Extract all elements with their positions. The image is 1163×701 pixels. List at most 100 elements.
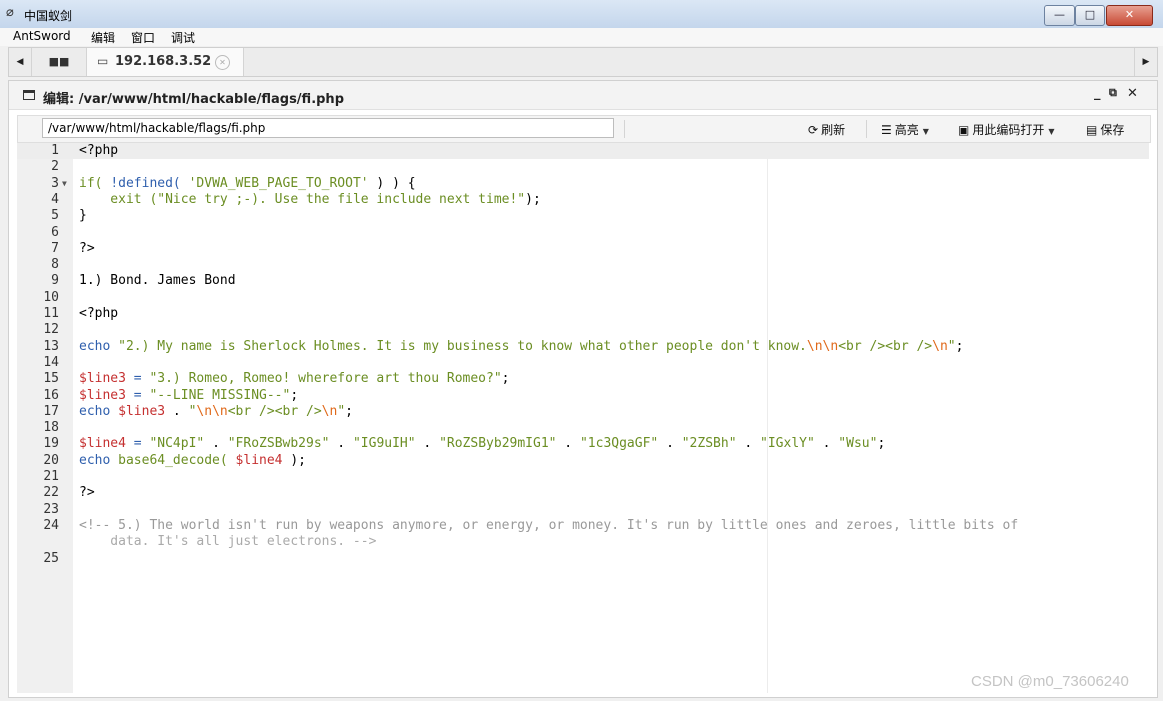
code-line: 3 ▼ if( !defined( 'DVWA_WEB_PAGE_TO_ROOT' … — [17, 176, 1149, 192]
code-token: } — [79, 208, 87, 224]
code-token: . — [658, 436, 682, 452]
refresh-button[interactable]: ⟳ 刷新 — [808, 121, 845, 138]
save-button[interactable]: ▤ 保存 — [1086, 121, 1124, 138]
refresh-icon: ⟳ — [808, 123, 819, 137]
code-token: $line3 — [79, 387, 126, 403]
code-editor[interactable]: 1 <?php 2 3 ▼ if( !defined( 'DVWA_WEB_PAGE_TO… — [17, 143, 1149, 693]
code-line: 24 <!-- 5.) The world isn't run by weapon… — [17, 518, 1149, 534]
code-token: <br /><br /> — [227, 403, 322, 419]
code-line: 11 <?php — [17, 306, 1149, 322]
tab-host[interactable]: ▭ 192.168.3.52 ✕ — [87, 48, 244, 76]
code-token: \n — [932, 338, 948, 354]
code-token: ) ) { — [368, 175, 416, 191]
line-number: 17 — [43, 403, 59, 419]
code-token: . — [556, 436, 580, 452]
refresh-label: 刷新 — [821, 123, 846, 137]
code-text: 1.) Bond. James Bond — [79, 273, 236, 289]
line-number: 1 — [51, 143, 59, 158]
window-title: 中国蚁剑 — [24, 9, 73, 23]
panel-close-icon[interactable]: ✕ — [1127, 86, 1138, 101]
code-text: $line3 = "--LINE MISSING--"; — [79, 388, 298, 404]
code-token: ); — [525, 191, 541, 207]
code-token: "Wsu" — [838, 436, 878, 452]
divider — [624, 120, 625, 138]
code-token: "IGxlY" — [760, 436, 815, 452]
code-token: ; — [345, 403, 353, 419]
line-number: 8 — [51, 257, 59, 273]
code-token: $line4 — [235, 452, 283, 468]
menu-debug[interactable]: 调试 — [171, 29, 195, 46]
code-line: 7 ?> — [17, 241, 1149, 257]
line-number: 16 — [43, 387, 59, 403]
code-text: if( !defined( 'DVWA_WEB_PAGE_TO_ROOT' ) … — [79, 176, 416, 192]
code-token: echo — [79, 403, 119, 419]
panel-restore-icon[interactable]: ⧉ — [1109, 86, 1117, 100]
code-token: . — [329, 436, 353, 452]
save-label: 保存 — [1100, 123, 1125, 137]
code-line: 10 — [17, 290, 1149, 306]
tab-close-icon[interactable]: ✕ — [215, 55, 230, 70]
chevron-down-icon: ▼ — [922, 127, 929, 136]
editor-toolbar: ⟳刷新 ☰高亮▼ ▣用此编码打开▼ ▤保存 — [17, 115, 1151, 143]
file-path-input[interactable] — [42, 118, 614, 138]
tab-scroll-left-icon[interactable]: ◀ — [9, 48, 32, 76]
code-token: ; — [501, 371, 510, 387]
grid-icon: ■■ — [48, 55, 70, 68]
highlight-label: 高亮 — [894, 123, 919, 137]
line-number: 5 — [51, 208, 59, 224]
code-token: if( — [79, 175, 111, 191]
panel-header: 编辑: /var/www/html/hackable/flags/fi.php … — [9, 81, 1157, 110]
code-text: <?php — [79, 306, 118, 322]
code-token: 'DVWA_WEB_PAGE_TO_ROOT' — [188, 175, 369, 191]
code-line: 20 echo base64_decode( $line4 ); — [17, 453, 1149, 469]
menu-window[interactable]: 窗口 — [131, 29, 155, 46]
code-token: . — [204, 436, 228, 452]
code-text: $line4 = "NC4pI" . "FRoZSBwb29s" . "IG9u… — [79, 436, 885, 452]
highlight-dropdown[interactable]: ☰ 高亮 ▼ — [881, 121, 929, 138]
code-token: "RoZSByb29mIG1" — [439, 436, 557, 452]
code-token: = — [125, 371, 150, 387]
tab-host-label: 192.168.3.52 — [115, 54, 212, 69]
line-number: 18 — [43, 420, 59, 436]
save-icon: ▤ — [1086, 123, 1098, 137]
code-text: echo base64_decode( $line4 ); — [79, 453, 306, 469]
code-line: 14 — [17, 355, 1149, 371]
code-token: ?> — [79, 485, 95, 501]
open-with-encoding-dropdown[interactable]: ▣ 用此编码打开 ▼ — [958, 121, 1055, 138]
line-number: 3 — [51, 175, 59, 191]
open-with-encoding-label: 用此编码打开 — [972, 123, 1045, 137]
code-token: ; — [955, 338, 964, 354]
code-token: base64_decode( — [118, 452, 236, 468]
tab-home[interactable]: ■■ — [32, 48, 87, 76]
code-line: 25 — [17, 551, 1149, 567]
title-bar: ⌀ 中国蚁剑 — □ ✕ — [0, 0, 1163, 29]
maximize-button[interactable]: □ — [1075, 5, 1105, 26]
minimize-button[interactable]: — — [1044, 5, 1075, 26]
code-token: echo — [79, 452, 119, 468]
code-token: ; — [290, 387, 299, 403]
panel-minimize-icon[interactable]: _ — [1094, 86, 1101, 101]
line-number: 22 — [43, 485, 59, 501]
line-number: 14 — [43, 354, 59, 370]
tab-bar: ◀ ■■ ▭ 192.168.3.52 ✕ ▶ — [8, 47, 1158, 77]
code-token: "IG9uIH" — [352, 436, 416, 452]
code-token: "--LINE MISSING--" — [149, 387, 291, 403]
code-token: ); — [282, 452, 306, 468]
code-token: $line3 — [79, 371, 126, 387]
code-token: \n\n — [196, 403, 228, 419]
tab-scroll-right-icon[interactable]: ▶ — [1134, 48, 1157, 76]
code-line: 19 $line4 = "NC4pI" . "FRoZSBwb29s" . "IG… — [17, 436, 1149, 452]
close-button[interactable]: ✕ — [1106, 5, 1153, 26]
line-number: 12 — [43, 322, 59, 338]
code-text: ?> — [79, 485, 95, 501]
menu-antsword[interactable]: AntSword — [13, 29, 71, 43]
code-line: 17 echo $line3 . "\n\n<br /><br />\n"; — [17, 404, 1149, 420]
code-line: 8 — [17, 257, 1149, 273]
fold-toggle-icon[interactable]: ▼ — [62, 176, 67, 192]
code-token: $line3 — [118, 403, 166, 419]
code-token: !defined( — [110, 175, 189, 191]
line-number: 20 — [43, 452, 59, 468]
menu-edit[interactable]: 编辑 — [91, 29, 115, 46]
line-number: 9 — [51, 273, 59, 289]
code-text: <!-- 5.) The world isn't run by weapons … — [79, 518, 1018, 534]
